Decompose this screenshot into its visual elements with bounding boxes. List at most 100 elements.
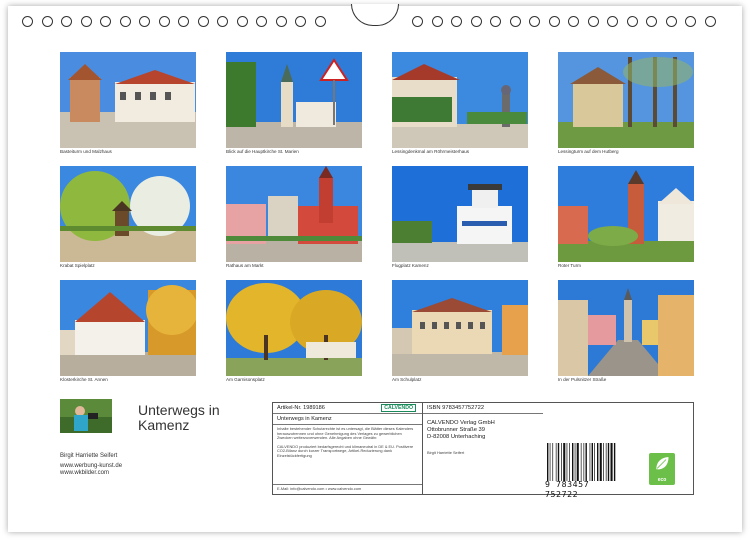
photo-caption: Blick auf die Hauptkirche St. Marien: [226, 149, 299, 154]
calendar-back-page: Basteiturm und Malzhaus Blick auf die Ha…: [8, 4, 742, 532]
binding-ring: [139, 16, 150, 27]
barcode-bar: [569, 443, 570, 481]
author-info: Birgit Harriette Seifert www.werbung-kun…: [60, 453, 122, 477]
photo-roter-turm: [558, 166, 694, 262]
product-info-panel: Artikel-Nr. 1989186 CALVENDO Unterwegs i…: [273, 403, 423, 494]
binding-ring: [275, 16, 287, 27]
barcode-bar: [591, 443, 593, 481]
photo-caption: Krabat Spielplatz: [60, 263, 95, 268]
barcode-bar: [576, 443, 579, 481]
barcode-bar: [566, 443, 568, 481]
photo-caption: In der Pulsnitzer Straße: [558, 377, 607, 382]
article-number: Artikel-Nr. 1989186: [277, 405, 325, 411]
legal-notice: Inhalte bestehender Schutzrechte ist es …: [277, 426, 414, 441]
barcode-bar: [549, 443, 551, 481]
photo-caption: Rathaus am Markt: [226, 263, 264, 268]
publisher-name: CALVENDO Verlag GmbH: [427, 420, 495, 426]
barcode-bar: [597, 443, 599, 481]
calvendo-logo: CALVENDO: [381, 404, 416, 412]
author-small: Birgit Harriette Seifert: [427, 450, 465, 455]
binding-ring: [568, 16, 579, 27]
photo-pulsnitzer-strasse: [558, 280, 694, 376]
photo-caption: Basteiturm und Malzhaus: [60, 149, 112, 154]
photo-lessingturm: [558, 52, 694, 148]
photo-basteiturm: [60, 52, 196, 148]
binding-ring: [256, 16, 267, 27]
photo-flugplatz: [392, 166, 528, 262]
barcode-bar: [610, 443, 613, 481]
binding-ring: [626, 16, 638, 27]
binding-ring: [470, 16, 482, 27]
barcode-bar: [574, 443, 576, 481]
author-photo: [60, 399, 112, 433]
photo-caption: Lessingturm auf dem Hutberg: [558, 149, 619, 154]
photo-caption: Am Schulplatz: [392, 377, 422, 382]
photo-caption: Lessingdenkmal am Röhrmeisterhaus: [392, 149, 470, 154]
binding-ring: [704, 16, 716, 27]
binding-ring: [80, 16, 92, 27]
binding-ring: [314, 16, 326, 27]
isbn: ISBN 9783457752722: [423, 403, 543, 414]
photo-krabat-spielplatz: [60, 166, 196, 262]
barcode-digits: 9 783457 752722: [545, 479, 590, 499]
barcode: 9 783457 752722: [545, 443, 625, 499]
production-notice: CALVENDO produziert bedarfsgerecht und k…: [277, 443, 414, 458]
barcode-bar: [589, 443, 591, 481]
binding-ring: [451, 16, 462, 27]
photo-caption: Am Garnisonsplatz: [226, 377, 265, 382]
binding-ring: [548, 16, 560, 27]
isbn-panel: ISBN 9783457752722 CALVENDO Verlag GmbH …: [423, 403, 543, 494]
binding-ring: [509, 16, 521, 27]
binding-ring: [529, 16, 540, 27]
binding-ring: [295, 16, 306, 27]
publisher-street: Ottobrunner Straße 39: [427, 427, 486, 433]
barcode-bar: [585, 443, 587, 481]
barcode-bar: [605, 443, 607, 481]
product-title: Unterwegs in Kamenz: [273, 414, 422, 425]
binding-ring: [665, 16, 677, 27]
author-name: Birgit Harriette Seifert: [60, 453, 118, 459]
photo-garnisonsplatz: [226, 280, 362, 376]
photo-schulplatz: [392, 280, 528, 376]
photo-caption: Klosterkirche St. Annen: [60, 377, 108, 382]
barcode-bar: [580, 443, 582, 481]
binding-ring: [412, 16, 423, 27]
photo-klosterkirche: [60, 280, 196, 376]
barcode-bar: [563, 443, 566, 481]
barcode-bar: [557, 443, 560, 481]
binding-ring: [119, 16, 131, 27]
barcode-bar: [555, 443, 557, 481]
barcode-bar: [603, 443, 604, 481]
photo-caption: Roter Turm: [558, 263, 581, 268]
binding-ring: [431, 16, 443, 27]
binding-ring: [685, 16, 696, 27]
binding-ring: [100, 16, 111, 27]
photo-lessingdenkmal: [392, 52, 528, 148]
barcode-bar: [552, 443, 554, 481]
barcode-bar: [547, 443, 549, 481]
barcode-bar: [613, 443, 616, 481]
binding-ring: [61, 16, 72, 27]
barcode-bar: [583, 443, 585, 481]
binding-ring: [646, 16, 657, 27]
author-website-2: www.wkbilder.com: [60, 470, 110, 476]
publisher-info-box: Artikel-Nr. 1989186 CALVENDO Unterwegs i…: [272, 402, 694, 499]
barcode-bar: [607, 443, 610, 481]
binding-ring: [178, 16, 189, 27]
binding-ring: [490, 16, 501, 27]
calendar-title: Unterwegs in Kamenz: [138, 402, 220, 433]
barcode-bar: [561, 443, 562, 481]
photo-caption: Flugplatz Kamenz: [392, 263, 429, 268]
barcode-bar: [599, 443, 602, 481]
binding-ring: [22, 16, 33, 27]
binding-ring: [587, 16, 599, 27]
eco-label: eco: [657, 477, 667, 483]
photo-hauptkirche: [226, 52, 362, 148]
contact-email: E-Mail: info@calvendo.com • www.calvendo…: [273, 484, 422, 494]
binding-ring: [158, 16, 170, 27]
eco-logo: eco: [649, 453, 675, 485]
barcode-bar: [572, 443, 574, 481]
binding-ring: [217, 16, 228, 27]
binding-ring: [607, 16, 618, 27]
author-website-1: www.werbung-kunst.de: [60, 463, 123, 469]
